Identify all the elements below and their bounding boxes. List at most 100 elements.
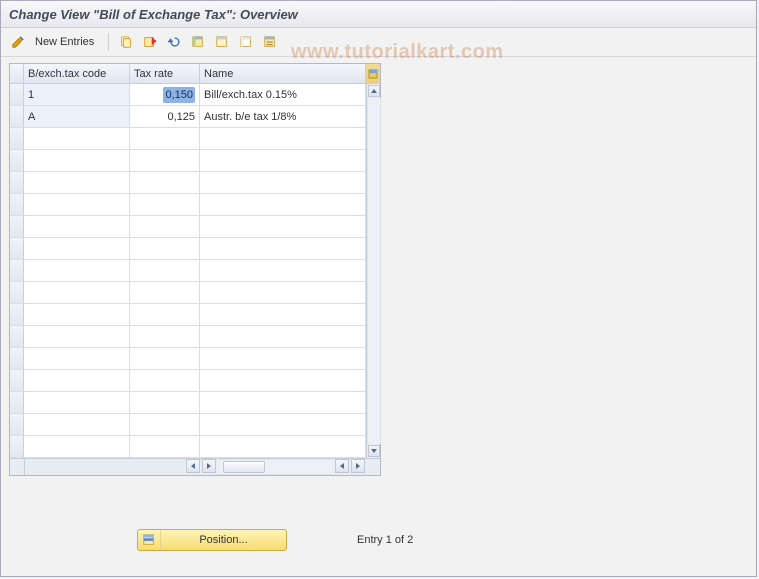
grid-horizontal-scrollbar[interactable] [10,458,380,475]
vertical-scroll-track[interactable] [367,98,381,444]
cell-tax-name[interactable] [200,348,366,370]
select-block-button[interactable] [213,33,231,51]
copy-as-button[interactable] [117,33,135,51]
cell-tax-rate[interactable] [130,150,200,172]
cell-tax-name[interactable] [200,150,366,172]
row-selector[interactable] [10,172,24,194]
cell-tax-rate[interactable] [130,194,200,216]
undo-button[interactable] [165,33,183,51]
chevron-left-icon [339,463,345,469]
cell-tax-rate[interactable] [130,326,200,348]
cell-tax-name[interactable] [200,194,366,216]
column-header-name[interactable]: Name [200,64,366,84]
cell-tax-rate[interactable]: 0,125 [130,106,200,128]
cell-tax-code[interactable] [24,260,130,282]
scroll-page-right-button[interactable] [335,459,349,473]
cell-tax-rate[interactable] [130,392,200,414]
pencil-icon [11,35,25,49]
row-selector[interactable] [10,282,24,304]
row-selector[interactable] [10,414,24,436]
cell-tax-code[interactable]: A [24,106,130,128]
row-selector[interactable] [10,216,24,238]
scroll-down-button[interactable] [368,445,380,457]
cell-tax-rate[interactable] [130,304,200,326]
row-selector[interactable] [10,304,24,326]
row-selector[interactable] [10,260,24,282]
cell-tax-code[interactable] [24,150,130,172]
row-selector[interactable] [10,326,24,348]
row-selector[interactable] [10,436,24,458]
cell-tax-code[interactable] [24,282,130,304]
cell-tax-rate[interactable] [130,216,200,238]
cell-tax-rate[interactable] [130,282,200,304]
row-selector[interactable] [10,238,24,260]
column-header-rate[interactable]: Tax rate [130,64,200,84]
cell-tax-code[interactable] [24,370,130,392]
cell-tax-code[interactable] [24,436,130,458]
cell-tax-rate[interactable] [130,128,200,150]
row-selector[interactable] [10,348,24,370]
cell-tax-code[interactable] [24,194,130,216]
table-settings-button[interactable] [261,33,279,51]
grid-corner[interactable] [10,64,24,84]
cell-tax-code[interactable]: 1 [24,84,130,106]
cell-tax-name[interactable] [200,238,366,260]
cell-tax-name[interactable] [200,128,366,150]
scroll-left-button[interactable] [186,459,200,473]
row-selector[interactable] [10,128,24,150]
chevron-up-icon [371,88,377,94]
row-selector[interactable] [10,370,24,392]
cell-tax-name[interactable]: Bill/exch.tax 0.15% [200,84,366,106]
cell-tax-name[interactable] [200,304,366,326]
scroll-up-button[interactable] [368,85,380,97]
cell-tax-code[interactable] [24,414,130,436]
column-header-code[interactable]: B/exch.tax code [24,64,130,84]
cell-tax-rate[interactable] [130,238,200,260]
cell-tax-name[interactable] [200,436,366,458]
cell-tax-name[interactable] [200,172,366,194]
cell-tax-name[interactable] [200,216,366,238]
deselect-all-button[interactable] [237,33,255,51]
cell-tax-code[interactable] [24,128,130,150]
horizontal-scroll-track[interactable] [219,459,332,475]
cell-tax-code[interactable] [24,326,130,348]
cell-tax-name[interactable] [200,260,366,282]
new-entries-button[interactable]: New Entries [33,32,100,52]
row-selector[interactable] [10,392,24,414]
delete-button[interactable] [141,33,159,51]
row-selector[interactable] [10,106,24,128]
cell-tax-code[interactable] [24,392,130,414]
cell-tax-code[interactable] [24,216,130,238]
scroll-page-left-button[interactable] [202,459,216,473]
cell-tax-code[interactable] [24,304,130,326]
cell-tax-rate[interactable]: 0,150 [130,84,200,106]
grid-vertical-scrollbar[interactable] [366,84,380,458]
position-button[interactable]: Position... [137,529,287,551]
cell-tax-code[interactable] [24,172,130,194]
cell-tax-name[interactable] [200,326,366,348]
title-bar: Change View "Bill of Exchange Tax": Over… [1,1,756,28]
row-selector[interactable] [10,84,24,106]
cell-tax-rate[interactable] [130,348,200,370]
cell-tax-name[interactable] [200,392,366,414]
cell-tax-name[interactable]: Austr. b/e tax 1/8% [200,106,366,128]
toggle-edit-button[interactable] [9,33,27,51]
grid-configure-button[interactable] [366,64,380,84]
horizontal-scroll-thumb[interactable] [223,461,265,473]
select-all-button[interactable] [189,33,207,51]
cell-tax-rate[interactable] [130,260,200,282]
row-selector[interactable] [10,150,24,172]
cell-tax-code[interactable] [24,238,130,260]
cell-tax-rate[interactable] [130,370,200,392]
cell-tax-name[interactable] [200,414,366,436]
cell-tax-name[interactable] [200,282,366,304]
cell-tax-rate[interactable] [130,414,200,436]
cell-tax-rate[interactable] [130,172,200,194]
scroll-right-button[interactable] [351,459,365,473]
row-selector[interactable] [10,194,24,216]
cell-tax-name[interactable] [200,370,366,392]
position-icon [142,533,156,547]
cell-tax-code[interactable] [24,348,130,370]
cell-tax-rate[interactable] [130,436,200,458]
chevron-right-icon [355,463,361,469]
